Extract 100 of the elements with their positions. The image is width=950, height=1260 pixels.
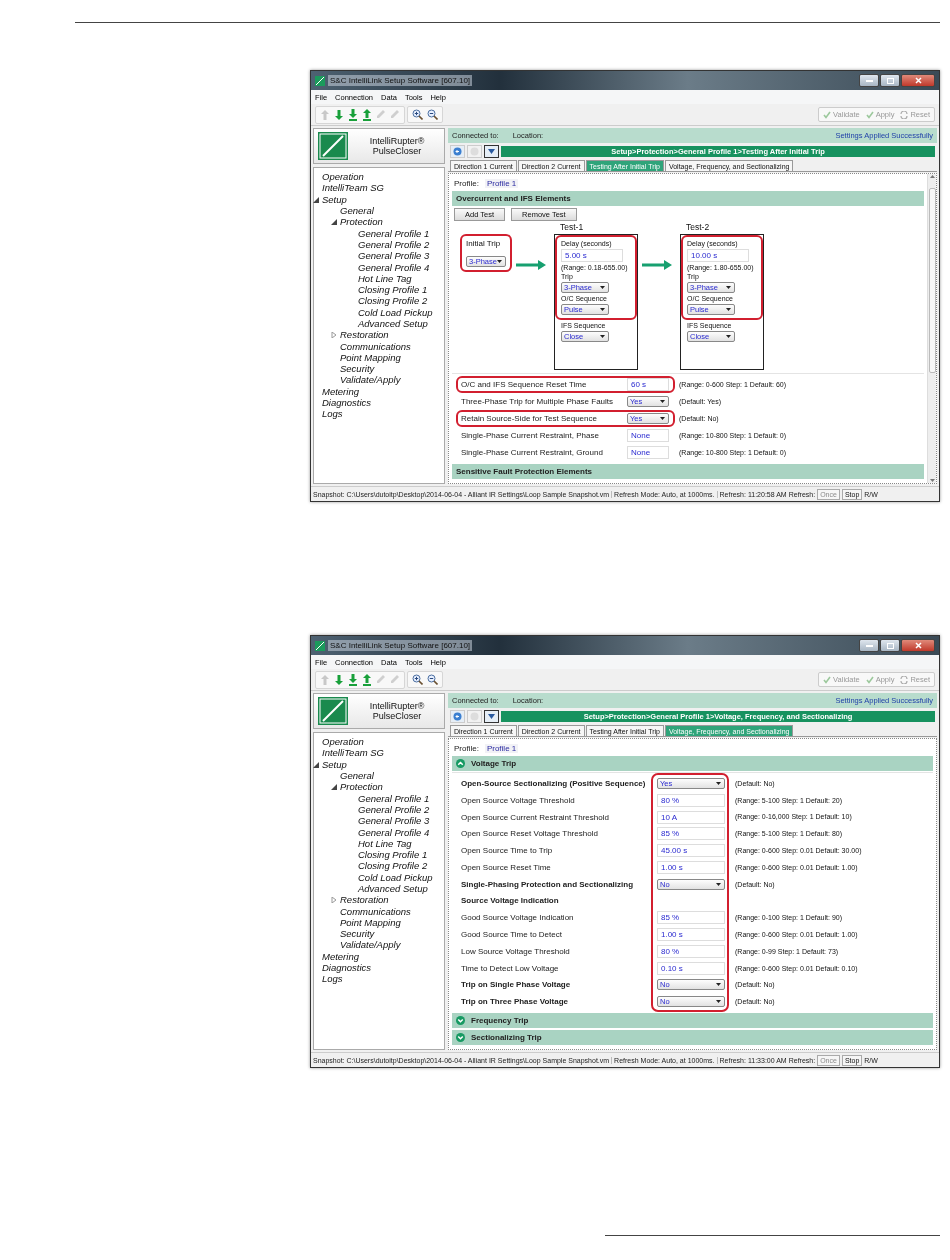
download-icon[interactable]: [348, 108, 358, 121]
arrow-down-icon[interactable]: [334, 673, 344, 686]
close-button[interactable]: [901, 639, 935, 652]
expand-icon[interactable]: [456, 1033, 465, 1043]
tree-item[interactable]: Setup: [322, 193, 347, 205]
tree-item[interactable]: General: [340, 770, 374, 782]
maximize-button[interactable]: [880, 74, 900, 87]
scroll-up-icon[interactable]: [929, 175, 935, 178]
tree-item[interactable]: Advanced Setup: [358, 883, 428, 894]
expanded-triangle-icon[interactable]: [313, 196, 319, 203]
tree-item[interactable]: Restoration: [340, 329, 389, 341]
setting-label: Trip on Three Phase Voltage: [461, 997, 569, 1007]
minimize-button[interactable]: [859, 639, 879, 652]
text-field[interactable]: 85 %: [657, 911, 725, 925]
text-field[interactable]: 45.00 s: [657, 844, 725, 858]
tree-item[interactable]: Setup: [322, 758, 347, 770]
tree-item[interactable]: Communications: [340, 340, 411, 352]
tree-item[interactable]: Closing Profile 1: [358, 849, 428, 861]
logo-icon: [318, 132, 348, 160]
tree-item[interactable]: General Profile 4: [358, 261, 430, 273]
zoom-in-icon[interactable]: [412, 674, 423, 685]
tree-item[interactable]: Communications: [340, 905, 411, 917]
tree-item[interactable]: Logs: [322, 973, 343, 985]
setting-label: Low Source Voltage Threshold: [461, 946, 571, 956]
zoom-out-icon[interactable]: [427, 109, 438, 120]
tree-item[interactable]: General: [340, 205, 374, 217]
tree-item[interactable]: Operation: [322, 736, 364, 748]
close-button[interactable]: [901, 74, 935, 87]
tree-item[interactable]: Protection: [340, 781, 383, 793]
logo-icon: [318, 697, 348, 725]
text-field[interactable]: 80 %: [657, 944, 725, 958]
tree-item[interactable]: Metering: [322, 385, 359, 397]
text-field[interactable]: 5.00 s: [561, 249, 623, 262]
collapsed-triangle-icon[interactable]: [331, 897, 337, 904]
zoom-in-icon[interactable]: [412, 109, 423, 120]
tree-item[interactable]: Validate/Apply: [340, 374, 401, 386]
expand-icon[interactable]: [456, 1016, 465, 1026]
tree-item[interactable]: General Profile 4: [358, 826, 430, 838]
upload-icon[interactable]: [362, 108, 372, 121]
tree-item[interactable]: Cold Load Pickup: [358, 871, 433, 883]
tree-item[interactable]: Hot Line Tag: [358, 837, 412, 849]
back-button[interactable]: [450, 145, 465, 158]
tree-item[interactable]: Closing Profile 2: [358, 860, 428, 872]
tree-item[interactable]: Diagnostics: [322, 962, 372, 974]
tree-item[interactable]: Closing Profile 2: [358, 295, 428, 307]
scrollbar-thumb[interactable]: [928, 188, 936, 373]
tree-item[interactable]: General Profile 3: [358, 250, 430, 262]
tree-item[interactable]: Diagnostics: [322, 397, 372, 409]
caret-icon: [716, 1000, 721, 1004]
tree-item[interactable]: General Profile 2: [358, 803, 430, 815]
maximize-button[interactable]: [880, 639, 900, 652]
text-field[interactable]: 1.00 s: [657, 928, 725, 942]
collapse-icon[interactable]: [456, 759, 465, 768]
zoom-out-icon[interactable]: [427, 674, 438, 685]
tree-item[interactable]: Security: [340, 928, 375, 940]
tree-item[interactable]: Logs: [322, 408, 343, 420]
expanded-triangle-icon[interactable]: [331, 219, 337, 226]
text-field[interactable]: 10 A: [657, 810, 725, 824]
expanded-triangle-icon[interactable]: [313, 761, 319, 768]
history-button[interactable]: [484, 145, 499, 158]
back-button[interactable]: [450, 710, 465, 723]
tree-item[interactable]: General Profile 1: [358, 227, 430, 239]
collapsed-triangle-icon[interactable]: [331, 332, 337, 339]
tree-item[interactable]: IntelliTeam SG: [322, 182, 384, 194]
text-field[interactable]: 0.10 s: [657, 961, 725, 975]
app-icon: [315, 640, 325, 651]
caret-icon: [497, 260, 502, 263]
tree-item[interactable]: Protection: [340, 216, 383, 228]
upload-icon[interactable]: [362, 673, 372, 686]
tree-item[interactable]: Security: [340, 363, 375, 375]
text-field[interactable]: 85 %: [657, 827, 725, 841]
tree-item[interactable]: Restoration: [340, 894, 389, 906]
tree-item[interactable]: General Profile 3: [358, 815, 430, 827]
tree-item[interactable]: IntelliTeam SG: [322, 747, 384, 759]
tree-item[interactable]: Cold Load Pickup: [358, 306, 433, 318]
setting-label: Time to Detect Low Voltage: [461, 963, 560, 973]
minimize-button[interactable]: [859, 74, 879, 87]
tree-item[interactable]: Validate/Apply: [340, 939, 401, 951]
maximize-icon: [886, 77, 894, 84]
text-field[interactable]: 1.00 s: [657, 861, 725, 874]
expanded-triangle-icon[interactable]: [331, 784, 337, 791]
tree-item[interactable]: Point Mapping: [340, 351, 401, 363]
text-field[interactable]: None: [627, 429, 669, 442]
scrollbar[interactable]: [927, 174, 936, 483]
tree-item[interactable]: General Profile 1: [358, 792, 430, 804]
tree-item[interactable]: Hot Line Tag: [358, 272, 412, 284]
tree-item[interactable]: Closing Profile 1: [358, 284, 428, 296]
tree-item[interactable]: Point Mapping: [340, 916, 401, 928]
tree-item[interactable]: Metering: [322, 950, 359, 962]
tree-item[interactable]: Operation: [322, 171, 364, 183]
text-field[interactable]: None: [627, 446, 669, 459]
download-icon[interactable]: [348, 673, 358, 686]
tree-item[interactable]: General Profile 2: [358, 238, 430, 250]
history-button[interactable]: [484, 710, 499, 723]
tree-item[interactable]: Advanced Setup: [358, 318, 428, 329]
text-field[interactable]: 10.00 s: [687, 249, 749, 262]
scroll-down-icon[interactable]: [929, 479, 935, 482]
text-field[interactable]: 60 s: [627, 378, 669, 391]
text-field[interactable]: 80 %: [657, 793, 725, 807]
arrow-down-icon[interactable]: [334, 108, 344, 121]
